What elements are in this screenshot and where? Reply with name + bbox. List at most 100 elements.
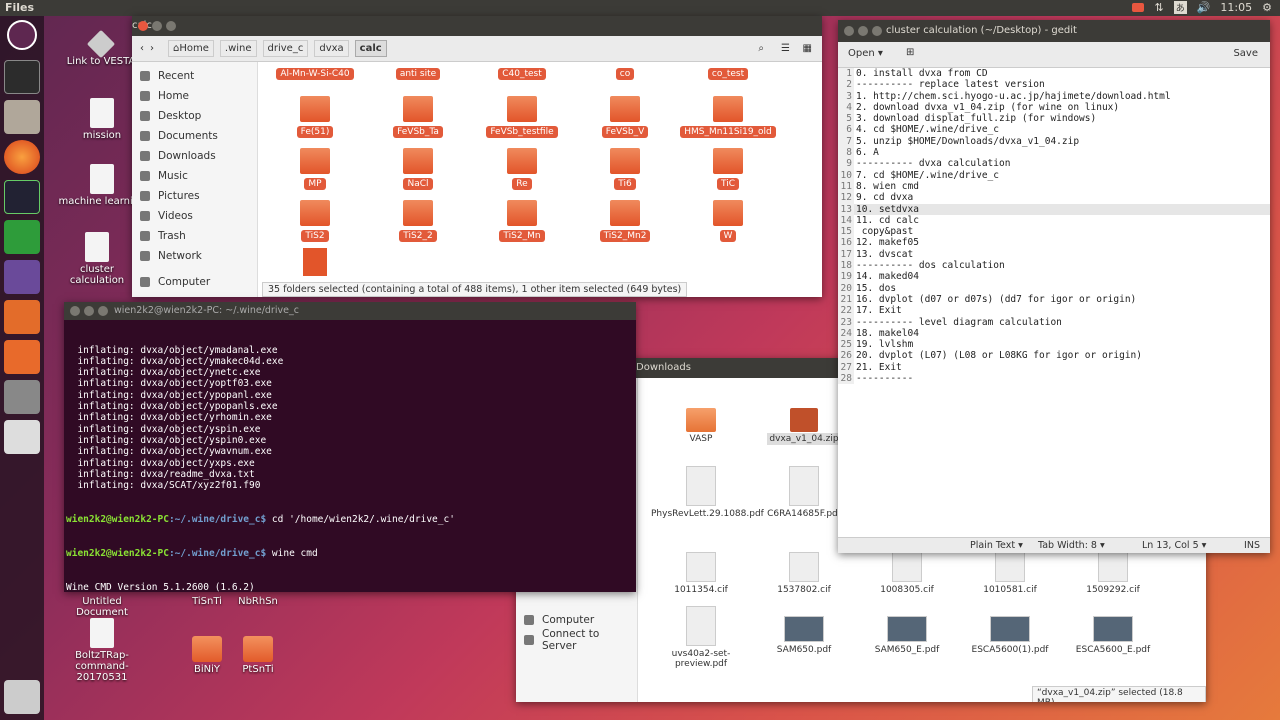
maximize-icon[interactable]: [872, 26, 882, 36]
presentation-icon[interactable]: [4, 300, 40, 334]
trash-icon[interactable]: [4, 680, 40, 714]
maximize-icon[interactable]: [98, 306, 108, 316]
gear-icon[interactable]: ⚙: [1262, 1, 1272, 14]
firefox-icon[interactable]: [4, 140, 40, 174]
keyboard-icon[interactable]: あ: [1173, 1, 1187, 14]
file-item[interactable]: ESCA5600(1).pdf: [960, 616, 1060, 655]
cursor-position[interactable]: Ln 13, Col 5 ▾: [1142, 540, 1206, 551]
desktop-icon[interactable]: NbRhSn: [213, 596, 303, 607]
files-icon[interactable]: [4, 100, 40, 134]
camera-icon[interactable]: [1132, 3, 1145, 12]
sidebar-item-pictures[interactable]: Pictures: [132, 186, 257, 206]
folder-item[interactable]: HMS_Mn11Si19_old: [678, 96, 778, 138]
gedit-editor[interactable]: 1 0. install dvxa from CD 2 ---------- repl…: [838, 68, 1270, 538]
list-view-icon[interactable]: ☰: [781, 43, 790, 54]
editor-line: 4 2. download dvxa_v1_04.zip (for wine on…: [838, 101, 1270, 114]
back-icon[interactable]: ‹: [140, 43, 144, 54]
sidebar-item-documents[interactable]: Documents: [132, 126, 257, 146]
close-icon[interactable]: [138, 21, 148, 31]
folder-item[interactable]: TiS2_Mn2: [575, 200, 675, 242]
breadcrumb-item[interactable]: .wine: [219, 40, 257, 57]
window-title: cluster calculation (~/Desktop) - gedit: [886, 25, 1077, 36]
folder-item[interactable]: anti site: [368, 66, 468, 80]
settings-icon[interactable]: [4, 380, 40, 414]
sidebar-item-computer[interactable]: Computer: [132, 272, 257, 292]
file-item[interactable]: 1011354.cif: [651, 552, 751, 595]
save-button[interactable]: Save: [1233, 48, 1258, 59]
maximize-icon[interactable]: [166, 21, 176, 31]
folder-item[interactable]: TiS2: [265, 200, 365, 242]
desktop-icon[interactable]: Untitled Document: [57, 596, 147, 618]
folder-item[interactable]: NaCl: [368, 148, 468, 190]
file-item[interactable]: 1537802.cif: [754, 552, 854, 595]
breadcrumb-item[interactable]: dvxa: [314, 40, 349, 57]
minimize-icon[interactable]: [858, 26, 868, 36]
folder-item[interactable]: TiS2_Mn: [472, 200, 572, 242]
file-item[interactable]: PhysRevLett.29.1088.pdf: [651, 466, 764, 519]
file-item[interactable]: 1509292.cif: [1063, 552, 1163, 595]
app-icon[interactable]: [4, 260, 40, 294]
sidebar-item-computer[interactable]: Computer: [516, 610, 594, 630]
file-item[interactable]: 1010581.cif: [960, 552, 1060, 595]
pictures-icon: [140, 191, 150, 201]
file-item[interactable]: SAM650_E.pdf: [857, 616, 957, 655]
grid-view-icon[interactable]: ▦: [803, 43, 812, 54]
terminal-icon[interactable]: [4, 60, 40, 94]
volume-icon[interactable]: 🔊: [1197, 1, 1211, 14]
clock[interactable]: 11:05: [1220, 1, 1252, 14]
sidebar-item-connect-to-server[interactable]: Connect to Server: [516, 628, 637, 652]
folder-item[interactable]: FeVSb_testfile: [472, 96, 572, 138]
sidebar-item-downloads[interactable]: Downloads: [132, 146, 257, 166]
close-icon[interactable]: [844, 26, 854, 36]
desktop-icon[interactable]: cluster calculation: [52, 232, 142, 286]
breadcrumb-item[interactable]: drive_c: [262, 40, 309, 57]
forward-icon[interactable]: ›: [150, 43, 154, 54]
file-item[interactable]: SAM650.pdf: [754, 616, 854, 655]
folder-item[interactable]: C40_test: [472, 66, 572, 80]
software-center-icon[interactable]: [4, 340, 40, 374]
folder-item[interactable]: FeVSb_V: [575, 96, 675, 138]
breadcrumb-home[interactable]: ⌂Home: [168, 40, 214, 57]
ubuntu-dash-icon[interactable]: [7, 20, 37, 50]
file-item[interactable]: ESCA5600_E.pdf: [1063, 616, 1163, 655]
minimize-icon[interactable]: [152, 21, 162, 31]
folder-item[interactable]: TiS2_2: [368, 200, 468, 242]
breadcrumb-item[interactable]: calc: [354, 40, 387, 57]
minimize-icon[interactable]: [84, 306, 94, 316]
close-icon[interactable]: [70, 306, 80, 316]
sidebar-item-trash[interactable]: Trash: [132, 226, 257, 246]
folder-item[interactable]: MP: [265, 148, 365, 190]
sidebar-item-music[interactable]: Music: [132, 166, 257, 186]
spreadsheet-icon[interactable]: [4, 220, 40, 254]
desktop-icon[interactable]: PtSnTi: [213, 636, 303, 675]
folder-item[interactable]: VASP: [651, 408, 751, 444]
folder-item[interactable]: co_test: [678, 66, 778, 80]
desktop-icon[interactable]: BoltzTRap-command-20170531: [57, 618, 147, 683]
network-icon[interactable]: ⇅: [1154, 1, 1163, 14]
open-button[interactable]: Open ▾: [848, 48, 883, 59]
sidebar-item-desktop[interactable]: Desktop: [132, 106, 257, 126]
folder-item[interactable]: FeVSb_Ta: [368, 96, 468, 138]
folder-item[interactable]: Ti6: [575, 148, 675, 190]
search-icon[interactable]: ⌕: [758, 43, 764, 54]
folder-item[interactable]: Fe(51): [265, 96, 365, 138]
terminal-output[interactable]: inflating: dvxa/object/ymadanal.exe infl…: [64, 320, 636, 592]
sidebar-item-recent[interactable]: Recent: [132, 66, 257, 86]
folder-item[interactable]: Re: [472, 148, 572, 190]
language-selector[interactable]: Plain Text ▾: [970, 540, 1023, 551]
folder-item[interactable]: co: [575, 66, 675, 80]
folder-item[interactable]: TiC: [678, 148, 778, 190]
insert-mode[interactable]: INS: [1244, 540, 1260, 551]
tab-width-selector[interactable]: Tab Width: 8 ▾: [1038, 540, 1105, 551]
sidebar-item-videos[interactable]: Videos: [132, 206, 257, 226]
sidebar-item-home[interactable]: Home: [132, 86, 257, 106]
text-editor-icon[interactable]: [4, 420, 40, 454]
file-item[interactable]: 1008305.cif: [857, 552, 957, 595]
sidebar-item-network[interactable]: Network: [132, 246, 257, 266]
folder-item[interactable]: W: [678, 200, 778, 242]
file-item[interactable]: uvs40a2-set-preview.pdf: [651, 606, 751, 669]
new-tab-icon[interactable]: ⊞: [906, 47, 914, 58]
folder-item[interactable]: Al-Mn-W-Si-C40: [265, 66, 365, 80]
file-item[interactable]: [265, 248, 365, 276]
system-monitor-icon[interactable]: [4, 180, 40, 214]
